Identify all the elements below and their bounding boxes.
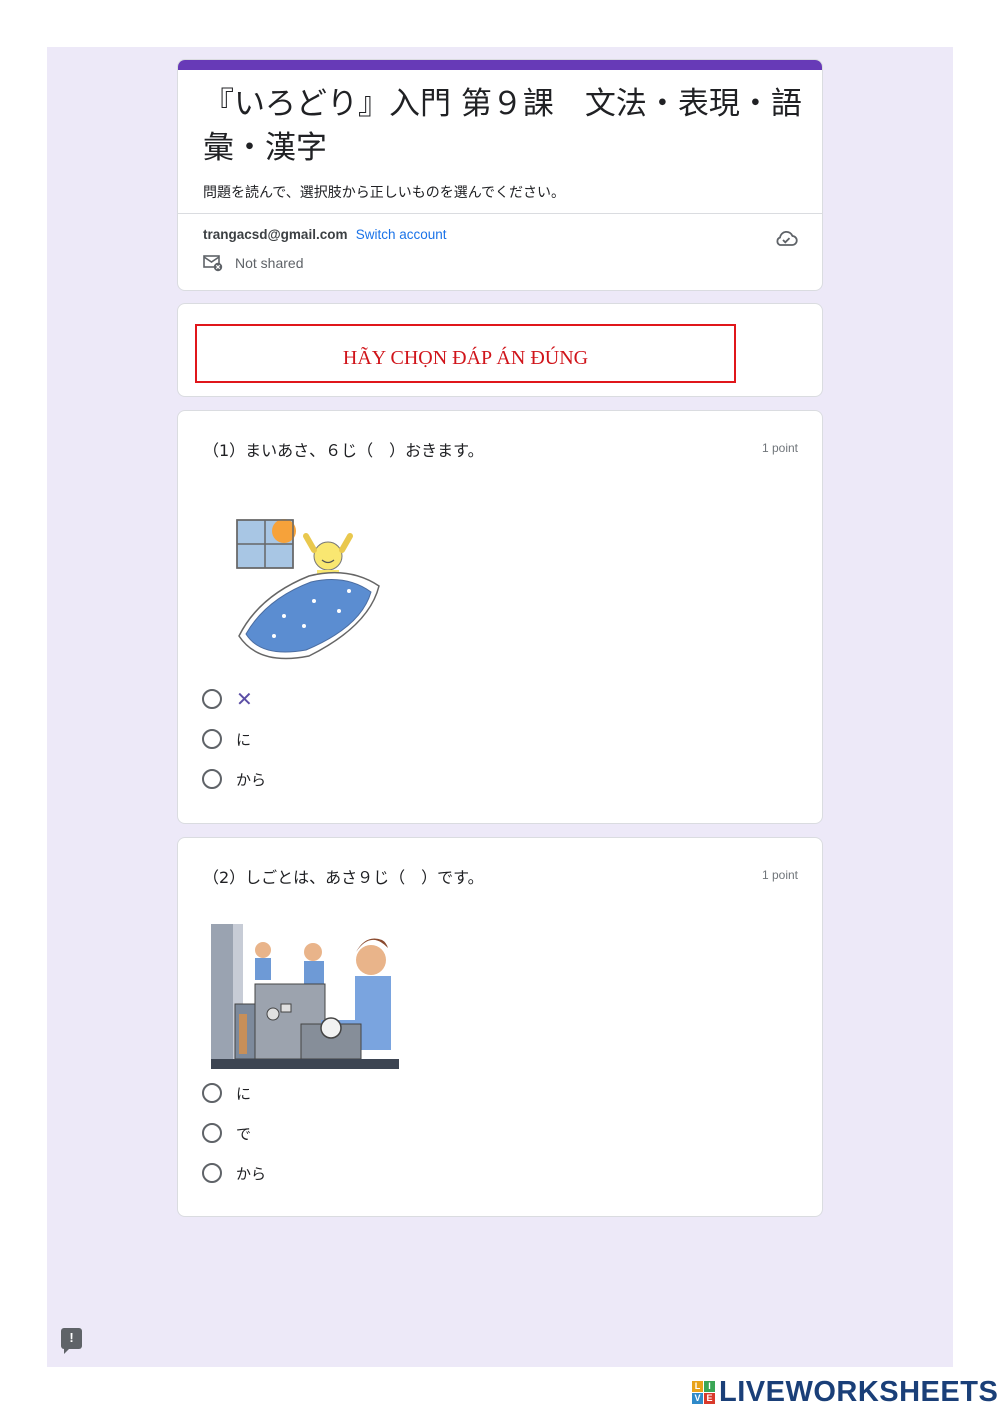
- cloud-saved-icon: [776, 230, 798, 246]
- option-3[interactable]: から: [202, 1161, 266, 1185]
- radio-button[interactable]: [202, 689, 222, 709]
- radio-button[interactable]: [202, 729, 222, 749]
- option-label: から: [236, 1164, 267, 1183]
- notice-box: HÃY CHỌN ĐÁP ÁN ĐÚNG: [195, 324, 736, 383]
- option-3[interactable]: から: [202, 767, 266, 791]
- factory-workers-illustration: [211, 924, 399, 1069]
- header-accent-bar: [178, 60, 822, 70]
- option-2[interactable]: に: [202, 727, 251, 751]
- mail-not-shared-icon: [203, 255, 223, 272]
- notice-text: HÃY CHỌN ĐÁP ÁN ĐÚNG: [342, 347, 589, 369]
- question-points: 1 point: [761, 868, 798, 882]
- radio-button[interactable]: [202, 1163, 222, 1183]
- report-feedback-icon[interactable]: !: [61, 1328, 82, 1354]
- radio-button[interactable]: [202, 769, 222, 789]
- option-label: ✕: [236, 687, 253, 711]
- logo-block-v: V: [692, 1393, 703, 1404]
- option-1[interactable]: に: [202, 1081, 251, 1105]
- logo-blocks: L I V E: [692, 1381, 715, 1404]
- shared-status-row: Not shared: [203, 254, 303, 272]
- shared-status-text: Not shared: [235, 255, 304, 271]
- header-divider: [178, 213, 822, 214]
- form-title: 『いろどり』入門 第９課 文法・表現・語彙・漢字: [203, 86, 802, 166]
- person-waking-up-illustration: [236, 519, 380, 660]
- brand-name: LIVEWORKSHEETS: [719, 1376, 999, 1408]
- logo-block-e: E: [704, 1393, 715, 1404]
- option-2[interactable]: で: [202, 1121, 251, 1145]
- account-row: trangacsd@gmail.com Switch account: [203, 227, 447, 243]
- liveworksheets-logo: L I V E LIVEWORKSHEETS: [692, 1376, 998, 1409]
- radio-button[interactable]: [202, 1123, 222, 1143]
- question-card-1: （1）まいあさ、６じ（ ）おきます。 1 point ✕ に から: [177, 410, 823, 824]
- logo-block-l: L: [692, 1381, 703, 1392]
- question-text: （2）しごとは、あさ９じ（ ）です。: [203, 868, 484, 887]
- question-points: 1 point: [761, 441, 798, 455]
- logo-block-i: I: [704, 1381, 715, 1392]
- form-description: 問題を読んで、選択肢から正しいものを選んでください。: [203, 185, 566, 201]
- switch-account-link[interactable]: Switch account: [356, 227, 447, 242]
- option-label: から: [236, 770, 267, 789]
- notice-card: HÃY CHỌN ĐÁP ÁN ĐÚNG: [177, 303, 823, 397]
- form-header-card: 『いろどり』入門 第９課 文法・表現・語彙・漢字 問題を読んで、選択肢から正しい…: [177, 59, 823, 291]
- account-email: trangacsd@gmail.com: [203, 227, 348, 242]
- option-label: で: [236, 1124, 252, 1143]
- radio-button[interactable]: [202, 1083, 222, 1103]
- option-label: に: [236, 730, 252, 749]
- option-1[interactable]: ✕: [202, 687, 253, 711]
- question-card-2: （2）しごとは、あさ９じ（ ）です。 1 point に で から: [177, 837, 823, 1217]
- option-label: に: [236, 1084, 252, 1103]
- question-text: （1）まいあさ、６じ（ ）おきます。: [203, 441, 484, 460]
